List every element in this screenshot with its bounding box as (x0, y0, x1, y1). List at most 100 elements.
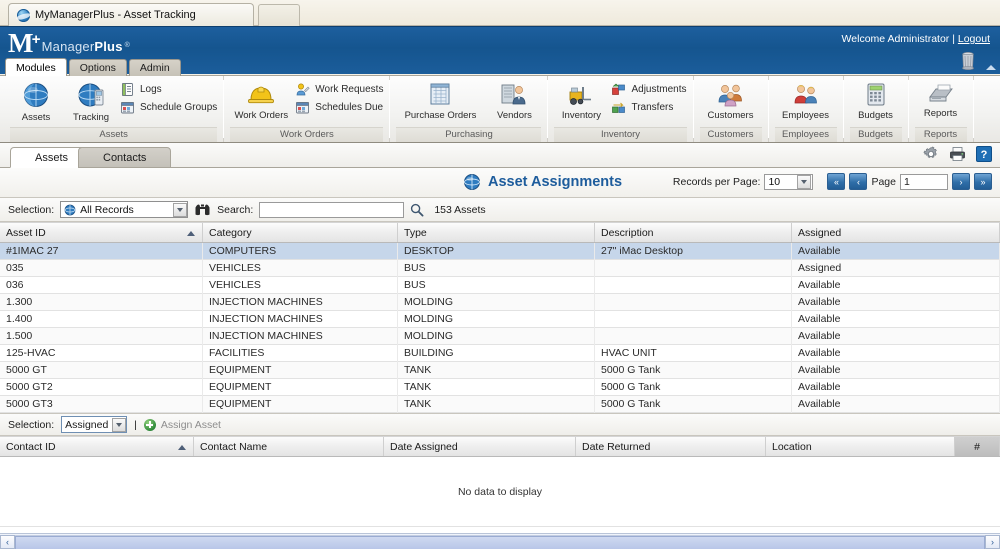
cell-description: 5000 G Tank (595, 395, 792, 413)
ribbon-group-budgets: Budgets Budgets (844, 76, 909, 142)
ribbon-button-schedules-due[interactable]: Schedules Due (295, 100, 383, 115)
cell-category: VEHICLES (203, 259, 398, 277)
ribbon-button-transfers[interactable]: Transfers (611, 100, 686, 115)
globe-icon (17, 8, 30, 22)
last-page-button[interactable]: » (974, 173, 992, 190)
menu-tab-options[interactable]: Options (68, 59, 127, 76)
menu-tab-modules[interactable]: Modules (5, 58, 67, 76)
binoculars-icon[interactable] (194, 203, 211, 217)
cell-description (595, 276, 792, 294)
ribbon-button-purchase-orders[interactable]: Purchase Orders (396, 78, 484, 121)
application-window: MyManagerPlus - Asset Tracking M + Manag… (0, 0, 1000, 549)
ribbon-group-label: Assets (10, 127, 218, 142)
collapse-ribbon-caret[interactable] (986, 65, 996, 70)
table-row[interactable]: 5000 GT2 EQUIPMENT TANK 5000 G Tank Availabl… (0, 378, 1000, 396)
pagination-controls: Records per Page: 10 « ‹ Page 1 › » (673, 173, 992, 190)
first-page-button[interactable]: « (827, 173, 846, 190)
brand-plus-mark: + (31, 31, 41, 48)
assignment-selection-dropdown[interactable]: Assigned (61, 416, 128, 433)
printer-icon[interactable] (949, 146, 966, 162)
ribbon-button-label: Schedule Groups (140, 102, 218, 113)
new-tab-button[interactable] (258, 4, 300, 26)
ribbon-button-label: Tracking (72, 112, 110, 123)
menu-tab-admin[interactable]: Admin (128, 59, 181, 76)
previous-page-button[interactable]: ‹ (849, 173, 868, 190)
cell-assigned: Available (792, 276, 1000, 294)
ribbon-button-inventory[interactable]: Inventory (554, 78, 608, 121)
ribbon-button-label: Budgets (858, 110, 893, 121)
records-per-page-label: Records per Page: (672, 175, 761, 188)
ribbon-button-employees[interactable]: Employees (775, 78, 837, 121)
brand-logo: M + ManagerPlus ® (8, 28, 132, 58)
ribbon-button-reports[interactable]: Reports (915, 78, 967, 119)
table-row[interactable]: 1.300 INJECTION MACHINES MOLDING Available (0, 293, 1000, 311)
scrollbar-thumb[interactable] (15, 535, 985, 549)
table-row[interactable]: 125-HVAC FACILITIES BUILDING HVAC UNIT Avail… (0, 344, 1000, 362)
ribbon-button-label: Assets (21, 112, 51, 123)
forklift-icon (570, 87, 592, 105)
cell-category: INJECTION MACHINES (203, 293, 398, 311)
search-input[interactable] (259, 201, 405, 218)
ribbon-button-customers[interactable]: Customers (700, 78, 762, 121)
column-header-asset-id[interactable]: Asset ID (0, 223, 203, 242)
column-header-date-returned[interactable]: Date Returned (576, 437, 766, 456)
ribbon-button-work-orders[interactable]: Work Orders (230, 78, 292, 121)
records-per-page-select[interactable]: 10 (764, 173, 814, 190)
cell-category: FACILITIES (203, 344, 398, 362)
table-row[interactable]: #1IMAC 27 COMPUTERS DESKTOP 27" iMac Deskto… (0, 242, 1000, 260)
scroll-left-button[interactable]: ‹ (0, 534, 15, 549)
ribbon-button-assets[interactable]: Assets (10, 78, 62, 123)
tab-contacts[interactable]: Contacts (78, 147, 172, 168)
ribbon-group-customers: Customers Customers (694, 76, 769, 142)
page-number-input[interactable]: 1 (900, 173, 948, 190)
help-icon[interactable]: ? (976, 146, 992, 162)
table-row[interactable]: 035 VEHICLES BUS Assigned (0, 259, 1000, 277)
gear-icon[interactable] (923, 146, 939, 162)
ribbon-button-label: Purchase Orders (404, 110, 477, 121)
cell-type: TANK (398, 378, 595, 396)
trash-can-icon[interactable] (960, 51, 976, 70)
browser-tab-strip: MyManagerPlus - Asset Tracking (0, 0, 1000, 26)
cell-type: BUS (398, 259, 595, 277)
cell-assigned: Available (792, 242, 1000, 260)
logout-link[interactable]: Logout (958, 33, 990, 45)
ribbon-button-budgets[interactable]: Budgets (850, 78, 902, 121)
column-header-category[interactable]: Category (203, 223, 398, 242)
table-row[interactable]: 036 VEHICLES BUS Available (0, 276, 1000, 294)
column-header-contact-id[interactable]: Contact ID (0, 437, 194, 456)
ribbon-button-adjustments[interactable]: Adjustments (611, 82, 687, 97)
ribbon-button-tracking[interactable]: Tracking (65, 78, 117, 123)
column-header-location[interactable]: Location (766, 437, 955, 456)
ribbon-button-vendors[interactable]: Vendors (487, 78, 541, 121)
ribbon-toolbar: Assets Tracking Logs Schedule Groups Ass… (0, 75, 1000, 143)
column-header-contact-name[interactable]: Contact Name (194, 437, 384, 456)
ribbon-button-label: Work Orders (234, 110, 289, 121)
ribbon-button-logs[interactable]: Logs (120, 82, 217, 97)
column-header-label: Asset ID (6, 226, 46, 239)
table-row[interactable]: 5000 GT EQUIPMENT TANK 5000 G Tank Available (0, 361, 1000, 379)
column-header-description[interactable]: Description (595, 223, 792, 242)
svg-text:?: ? (981, 149, 988, 161)
ribbon-button-label: Adjustments (631, 84, 687, 95)
column-header-count[interactable]: # (955, 437, 1000, 456)
table-row[interactable]: 1.400 INJECTION MACHINES MOLDING Available (0, 310, 1000, 328)
ribbon-button-label: Vendors (497, 110, 532, 121)
assign-asset-button[interactable]: Assign Asset (143, 418, 221, 431)
browser-tab[interactable]: MyManagerPlus - Asset Tracking (8, 3, 254, 26)
magnifier-icon[interactable] (410, 203, 424, 217)
column-header-type[interactable]: Type (398, 223, 595, 242)
column-header-date-assigned[interactable]: Date Assigned (384, 437, 576, 456)
next-page-button[interactable]: › (952, 173, 970, 190)
selection-dropdown[interactable]: All Records (60, 201, 189, 218)
search-label: Search: (217, 203, 254, 216)
table-row[interactable]: 1.500 INJECTION MACHINES MOLDING Available (0, 327, 1000, 345)
scroll-right-button[interactable]: › (985, 534, 1000, 549)
ribbon-button-schedule-groups[interactable]: Schedule Groups (120, 100, 217, 115)
column-header-assigned[interactable]: Assigned (792, 223, 1000, 242)
table-row[interactable]: 5000 GT3 EQUIPMENT TANK 5000 G Tank Availabl… (0, 395, 1000, 413)
cell-asset-id: 035 (0, 259, 203, 277)
ribbon-button-work-requests[interactable]: Work Requests (295, 82, 383, 97)
scrollbar-track[interactable] (15, 534, 985, 549)
brand-letter-m: M (8, 28, 34, 58)
horizontal-scrollbar[interactable]: ‹ › (0, 533, 1000, 549)
